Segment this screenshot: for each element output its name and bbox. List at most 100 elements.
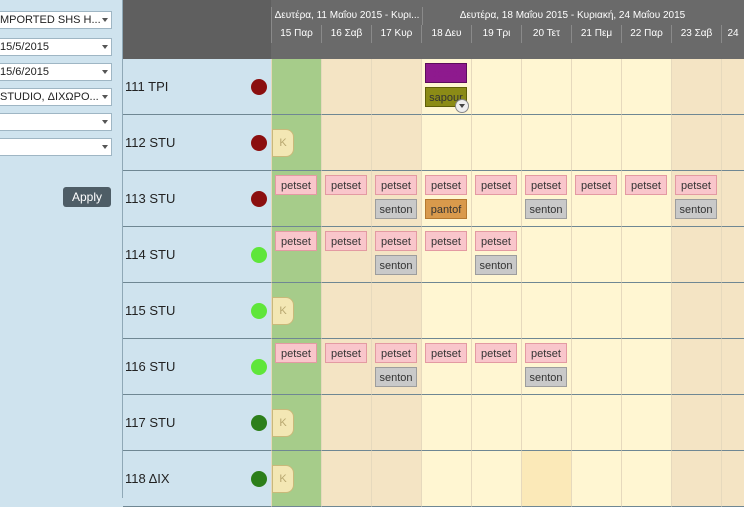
expand-toggle-icon[interactable] [455, 99, 469, 113]
calendar-cell[interactable] [321, 395, 371, 451]
apply-button[interactable]: Apply [63, 187, 111, 207]
room-label: 114 STU [125, 247, 176, 262]
calendar-cell[interactable] [671, 59, 721, 115]
calendar-cell[interactable] [621, 395, 671, 451]
reservation-petset[interactable]: petset [325, 231, 367, 251]
reservation-senton[interactable]: senton [475, 255, 517, 275]
calendar-cell[interactable] [471, 59, 521, 115]
reservation-petset[interactable]: petset [325, 175, 367, 195]
calendar-cell[interactable] [271, 59, 321, 115]
calendar-cell[interactable] [721, 283, 744, 339]
calendar-cell[interactable] [671, 451, 721, 507]
calendar-cell[interactable] [671, 395, 721, 451]
calendar-cell[interactable] [371, 59, 421, 115]
calendar-cell[interactable] [671, 339, 721, 395]
reservation-petset[interactable]: petset [575, 175, 617, 195]
calendar-cell[interactable] [521, 115, 571, 171]
reservation-petset[interactable]: petset [525, 175, 567, 195]
calendar-cell[interactable] [571, 451, 621, 507]
reservation-petset[interactable]: petset [375, 343, 417, 363]
calendar-cell[interactable] [621, 283, 671, 339]
calendar-cell[interactable] [471, 395, 521, 451]
calendar-cell[interactable] [521, 395, 571, 451]
calendar-cell[interactable] [521, 59, 571, 115]
calendar-cell[interactable] [421, 451, 471, 507]
calendar-cell[interactable] [571, 339, 621, 395]
reservation-senton[interactable]: senton [375, 367, 417, 387]
calendar-cell[interactable] [321, 59, 371, 115]
reservation-petset[interactable]: petset [475, 231, 517, 251]
reservation-petset[interactable]: petset [625, 175, 667, 195]
calendar-cell[interactable] [721, 339, 744, 395]
calendar-cell[interactable] [721, 227, 744, 283]
reservation-senton[interactable]: senton [525, 367, 567, 387]
reservation-petset[interactable]: petset [675, 175, 717, 195]
calendar-cell[interactable] [471, 283, 521, 339]
calendar-cell[interactable] [471, 115, 521, 171]
calendar-cell[interactable] [371, 115, 421, 171]
calendar-cell[interactable] [521, 451, 571, 507]
day-header: 17 Κυρ [371, 25, 421, 43]
calendar-cell[interactable] [371, 395, 421, 451]
continuation-marker[interactable]: K [272, 465, 294, 493]
calendar-cell[interactable] [621, 59, 671, 115]
room-label: 111 ΤΡΙ [125, 79, 169, 94]
reservation-petset[interactable]: petset [425, 175, 467, 195]
room-type-select[interactable]: STUDIO, ΔΙΧΩΡΟ... [0, 88, 112, 106]
calendar-cell[interactable] [671, 283, 721, 339]
calendar-cell[interactable] [571, 59, 621, 115]
calendar-cell[interactable] [421, 395, 471, 451]
reservation-pantof[interactable]: pantof [425, 199, 467, 219]
calendar-cell[interactable] [371, 283, 421, 339]
calendar-cell[interactable] [721, 395, 744, 451]
reservation-petset[interactable]: petset [525, 343, 567, 363]
property-select[interactable]: MPORTED SHS H... [0, 11, 112, 29]
reservation-petset[interactable]: petset [275, 231, 317, 251]
reservation-petset[interactable]: petset [425, 231, 467, 251]
reservation-senton[interactable]: senton [675, 199, 717, 219]
calendar-cell[interactable] [571, 283, 621, 339]
continuation-marker[interactable]: K [272, 409, 294, 437]
end-date-select[interactable]: 15/6/2015 [0, 63, 112, 81]
reservation-petset[interactable]: petset [275, 343, 317, 363]
reservation-petset[interactable]: petset [375, 231, 417, 251]
filter-select-6[interactable] [0, 138, 112, 156]
calendar-cell[interactable] [571, 115, 621, 171]
reservation-purple[interactable]: petset [425, 63, 467, 83]
continuation-marker[interactable]: K [272, 129, 294, 157]
calendar-cell[interactable] [671, 115, 721, 171]
calendar-cell[interactable] [721, 115, 744, 171]
reservation-petset[interactable]: petset [475, 175, 517, 195]
start-date-select[interactable]: 15/5/2015 [0, 38, 112, 56]
calendar-cell[interactable] [671, 227, 721, 283]
reservation-senton[interactable]: senton [375, 199, 417, 219]
calendar-cell[interactable] [721, 451, 744, 507]
calendar-cell[interactable] [521, 283, 571, 339]
reservation-petset[interactable]: petset [475, 343, 517, 363]
calendar-cell[interactable] [621, 339, 671, 395]
reservation-petset[interactable]: petset [275, 175, 317, 195]
calendar-cell[interactable] [321, 283, 371, 339]
reservation-petset[interactable]: petset [375, 175, 417, 195]
calendar-cell[interactable] [321, 451, 371, 507]
calendar-cell[interactable] [571, 227, 621, 283]
calendar-cell[interactable] [471, 451, 521, 507]
calendar-cell[interactable] [621, 227, 671, 283]
calendar-cell[interactable] [421, 283, 471, 339]
reservation-senton[interactable]: senton [525, 199, 567, 219]
calendar-cell[interactable] [371, 451, 421, 507]
calendar-cell[interactable] [621, 115, 671, 171]
calendar-cell[interactable] [421, 115, 471, 171]
calendar-cell[interactable] [721, 59, 744, 115]
calendar-cell[interactable] [721, 171, 744, 227]
calendar-cell[interactable] [571, 395, 621, 451]
continuation-marker[interactable]: K [272, 297, 294, 325]
reservation-senton[interactable]: senton [375, 255, 417, 275]
calendar-cell[interactable] [321, 115, 371, 171]
calendar-cell[interactable] [521, 227, 571, 283]
reservation-petset[interactable]: petset [325, 343, 367, 363]
reservation-petset[interactable]: petset [425, 343, 467, 363]
room-label: 118 ΔΙΧ [125, 471, 170, 486]
filter-select-5[interactable] [0, 113, 112, 131]
calendar-cell[interactable] [621, 451, 671, 507]
